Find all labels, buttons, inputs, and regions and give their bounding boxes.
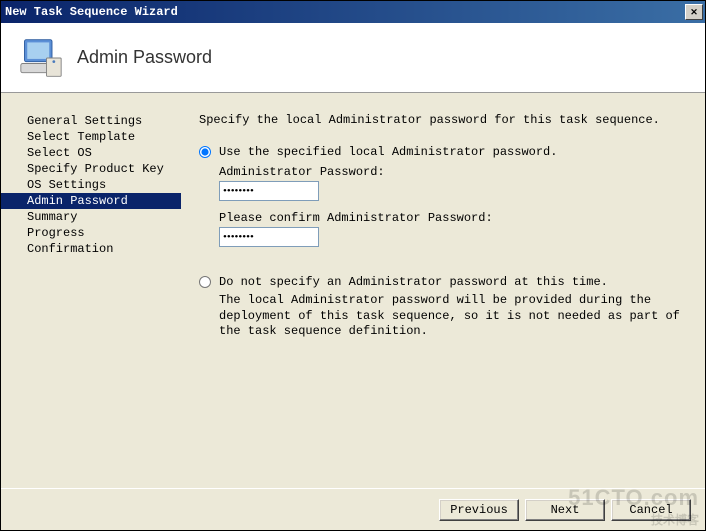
sidebar-item-confirmation[interactable]: Confirmation — [1, 241, 181, 257]
confirm-password-block: Please confirm Administrator Password: — [219, 211, 687, 247]
radio-do-not-specify-label: Do not specify an Administrator password… — [219, 275, 608, 289]
window-title: New Task Sequence Wizard — [5, 5, 683, 19]
sidebar-item-select-template[interactable]: Select Template — [1, 129, 181, 145]
titlebar: New Task Sequence Wizard ✕ — [1, 1, 705, 23]
body: General Settings Select Template Select … — [1, 93, 705, 487]
previous-button[interactable]: Previous — [439, 499, 519, 521]
close-button[interactable]: ✕ — [685, 4, 703, 20]
sidebar-item-progress[interactable]: Progress — [1, 225, 181, 241]
sidebar-item-admin-password[interactable]: Admin Password — [1, 193, 181, 209]
wizard-window: New Task Sequence Wizard ✕ Admin Passwor… — [0, 0, 706, 531]
header: Admin Password — [1, 23, 705, 93]
password-input[interactable] — [219, 181, 319, 201]
do-not-specify-description: The local Administrator password will be… — [219, 293, 687, 340]
password-label: Administrator Password: — [219, 165, 687, 179]
radio-do-not-specify-input[interactable] — [199, 276, 211, 288]
footer: Previous Next Cancel — [1, 488, 705, 530]
radio-use-specified[interactable]: Use the specified local Administrator pa… — [199, 145, 687, 159]
radio-do-not-specify[interactable]: Do not specify an Administrator password… — [199, 275, 687, 289]
page-title: Admin Password — [77, 47, 212, 68]
confirm-password-input[interactable] — [219, 227, 319, 247]
sidebar-item-specify-product-key[interactable]: Specify Product Key — [1, 161, 181, 177]
confirm-password-label: Please confirm Administrator Password: — [219, 211, 687, 225]
radio-use-specified-input[interactable] — [199, 146, 211, 158]
next-button[interactable]: Next — [525, 499, 605, 521]
sidebar-item-general-settings[interactable]: General Settings — [1, 113, 181, 129]
sidebar-item-os-settings[interactable]: OS Settings — [1, 177, 181, 193]
sidebar-item-summary[interactable]: Summary — [1, 209, 181, 225]
computer-icon — [19, 36, 63, 80]
sidebar-item-select-os[interactable]: Select OS — [1, 145, 181, 161]
sidebar: General Settings Select Template Select … — [1, 93, 181, 487]
radio-use-specified-label: Use the specified local Administrator pa… — [219, 145, 557, 159]
password-block: Administrator Password: — [219, 165, 687, 201]
main-panel: Specify the local Administrator password… — [181, 93, 705, 487]
instruction-text: Specify the local Administrator password… — [199, 113, 687, 127]
cancel-button[interactable]: Cancel — [611, 499, 691, 521]
